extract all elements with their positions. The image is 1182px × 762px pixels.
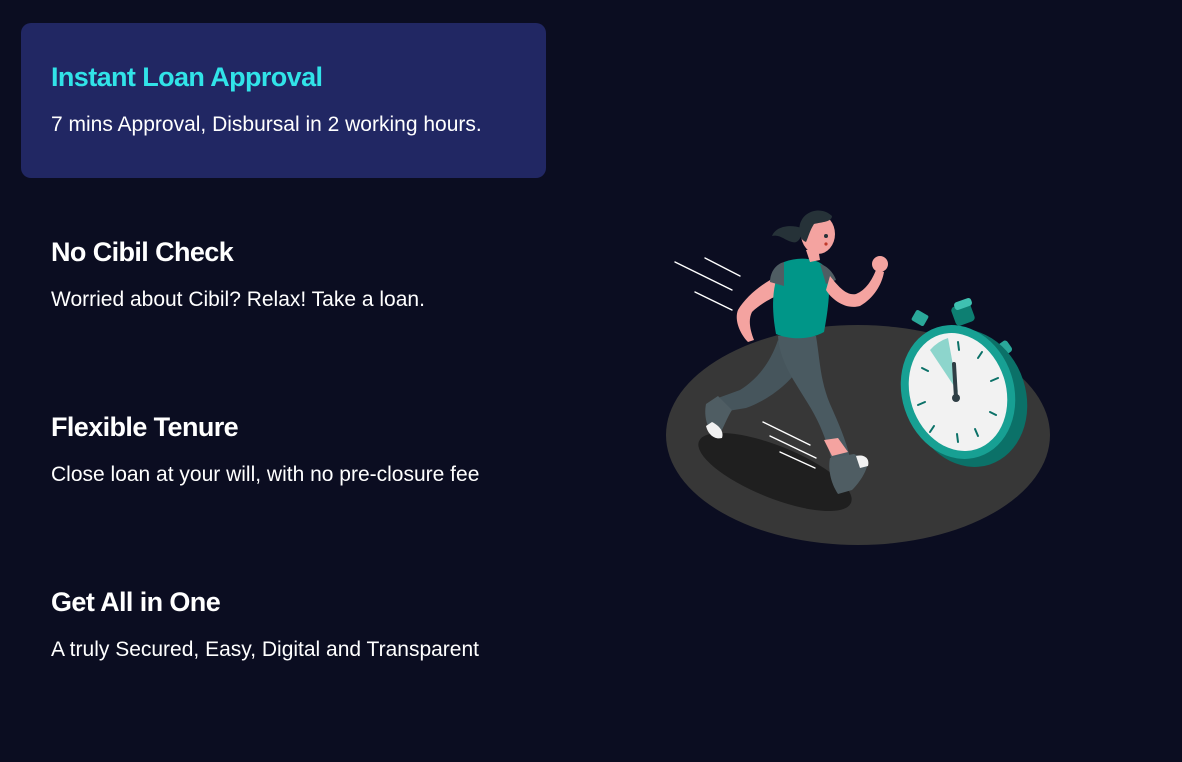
feature-card-flexible-tenure[interactable]: Flexible Tenure Close loan at your will,… [21, 373, 546, 528]
feature-card-get-all-in-one[interactable]: Get All in One A truly Secured, Easy, Di… [21, 548, 546, 703]
feature-description: A truly Secured, Easy, Digital and Trans… [51, 638, 479, 661]
feature-description: 7 mins Approval, Disbursal in 2 working … [51, 113, 482, 136]
feature-title: Flexible Tenure [51, 412, 239, 442]
feature-title: Get All in One [51, 587, 221, 617]
features-list: Instant Loan Approval 7 mins Approval, D… [21, 23, 546, 723]
feature-title: Instant Loan Approval [51, 62, 323, 92]
feature-card-no-cibil-check[interactable]: No Cibil Check Worried about Cibil? Rela… [21, 198, 546, 353]
feature-card-instant-loan-approval[interactable]: Instant Loan Approval 7 mins Approval, D… [21, 23, 546, 178]
page: Instant Loan Approval 7 mins Approval, D… [0, 0, 1182, 762]
feature-description: Close loan at your will, with no pre-clo… [51, 463, 480, 486]
running-woman-stopwatch-illustration [666, 210, 1050, 545]
feature-description: Worried about Cibil? Relax! Take a loan. [51, 288, 425, 311]
feature-title: No Cibil Check [51, 237, 234, 267]
